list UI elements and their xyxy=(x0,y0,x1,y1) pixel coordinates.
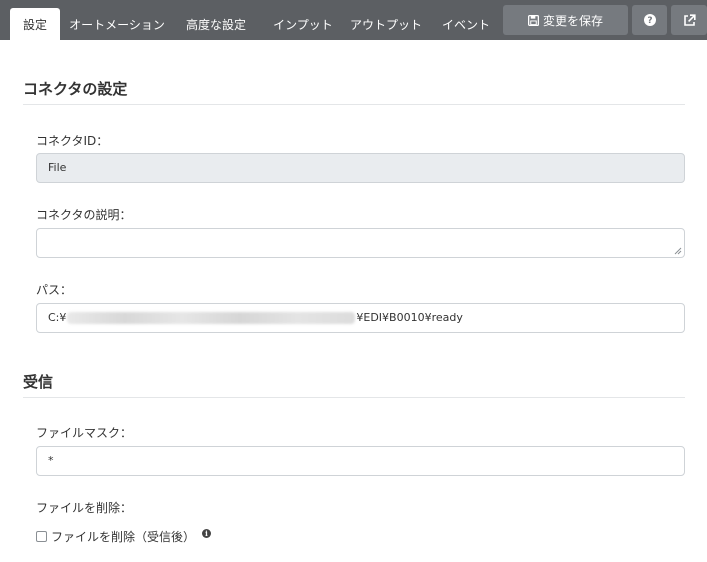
external-link-icon xyxy=(683,13,696,27)
tab-automation[interactable]: オートメーション xyxy=(69,8,165,40)
path-value-suffix: ¥EDI¥B0010¥ready xyxy=(356,311,463,324)
question-circle-icon: ? xyxy=(643,14,656,26)
path-input[interactable]: C:¥ ¥EDI¥B0010¥ready xyxy=(36,303,685,333)
resize-grip-icon[interactable] xyxy=(674,247,682,255)
help-button[interactable]: ? xyxy=(632,5,667,35)
file-mask-label: ファイルマスク： xyxy=(36,426,133,440)
svg-text:?: ? xyxy=(647,16,652,26)
delete-file-label: ファイルを削除： xyxy=(36,501,133,515)
connector-description-textarea[interactable] xyxy=(36,228,685,258)
path-label: パス： xyxy=(36,283,73,297)
connector-id-field: File xyxy=(36,153,685,183)
delete-file-checkbox-label[interactable]: ファイルを削除（受信後） xyxy=(51,528,195,545)
section-divider xyxy=(23,397,685,398)
receive-section-title: 受信 xyxy=(23,373,54,391)
popout-button[interactable] xyxy=(671,5,707,35)
section-divider xyxy=(23,104,685,105)
tab-settings[interactable]: 設定 xyxy=(10,8,60,40)
tab-events[interactable]: イベント xyxy=(438,8,494,40)
path-value-prefix: C:¥ xyxy=(48,311,67,324)
save-changes-button[interactable]: 変更を保存 xyxy=(503,5,628,35)
info-circle-icon[interactable]: i xyxy=(202,529,212,538)
file-mask-input[interactable]: * xyxy=(36,446,685,476)
save-changes-label: 変更を保存 xyxy=(542,13,603,28)
delete-file-option: ファイルを削除（受信後） i xyxy=(36,528,212,545)
redacted-path-segment xyxy=(67,312,356,324)
tab-input[interactable]: インプット xyxy=(272,8,334,40)
connector-description-label: コネクタの説明： xyxy=(36,208,132,222)
tab-output[interactable]: アウトプット xyxy=(350,8,422,40)
settings-panel: コネクタの設定 コネクタID： File コネクタの説明： パス： C:¥ ¥ED… xyxy=(10,40,702,562)
connector-id-label: コネクタID： xyxy=(36,134,109,148)
top-tab-bar: 設定 オートメーション 高度な設定 インプット アウトプット イベント 変更を保… xyxy=(0,0,707,40)
tab-advanced-settings[interactable]: 高度な設定 xyxy=(178,8,254,40)
connector-section-title: コネクタの設定 xyxy=(23,80,128,98)
floppy-disk-icon xyxy=(527,14,539,26)
delete-file-checkbox[interactable] xyxy=(36,531,47,542)
